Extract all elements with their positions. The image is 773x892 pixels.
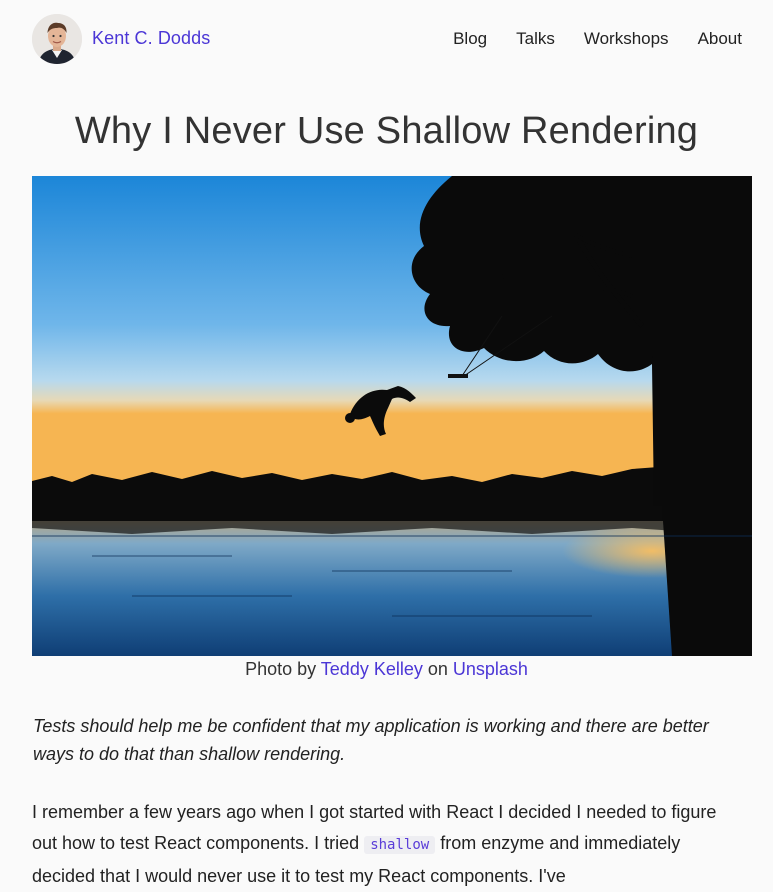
- avatar[interactable]: [32, 14, 82, 64]
- page-title: Why I Never Use Shallow Rendering: [74, 110, 699, 152]
- site-header: Kent C. Dodds Blog Talks Workshops About: [0, 0, 773, 80]
- caption-prefix: Photo by: [245, 659, 321, 679]
- nav-link-blog[interactable]: Blog: [453, 29, 487, 49]
- hero-image: [32, 176, 752, 656]
- lead-paragraph: Tests should help me be confident that m…: [33, 716, 709, 764]
- image-caption: Photo by Teddy Kelley on Unsplash: [0, 659, 773, 680]
- body-paragraph: I remember a few years ago when I got st…: [32, 797, 742, 892]
- nav-link-about[interactable]: About: [698, 29, 742, 49]
- nav-link-workshops[interactable]: Workshops: [584, 29, 669, 49]
- avatar-photo: [32, 14, 82, 64]
- site-name-link[interactable]: Kent C. Dodds: [92, 28, 210, 49]
- nav-link-talks[interactable]: Talks: [516, 29, 555, 49]
- inline-code-shallow: shallow: [364, 836, 436, 854]
- main-nav: Blog Talks Workshops About: [453, 29, 742, 49]
- unsplash-link[interactable]: Unsplash: [453, 659, 528, 679]
- photographer-link[interactable]: Teddy Kelley: [321, 659, 423, 679]
- caption-middle: on: [422, 659, 453, 679]
